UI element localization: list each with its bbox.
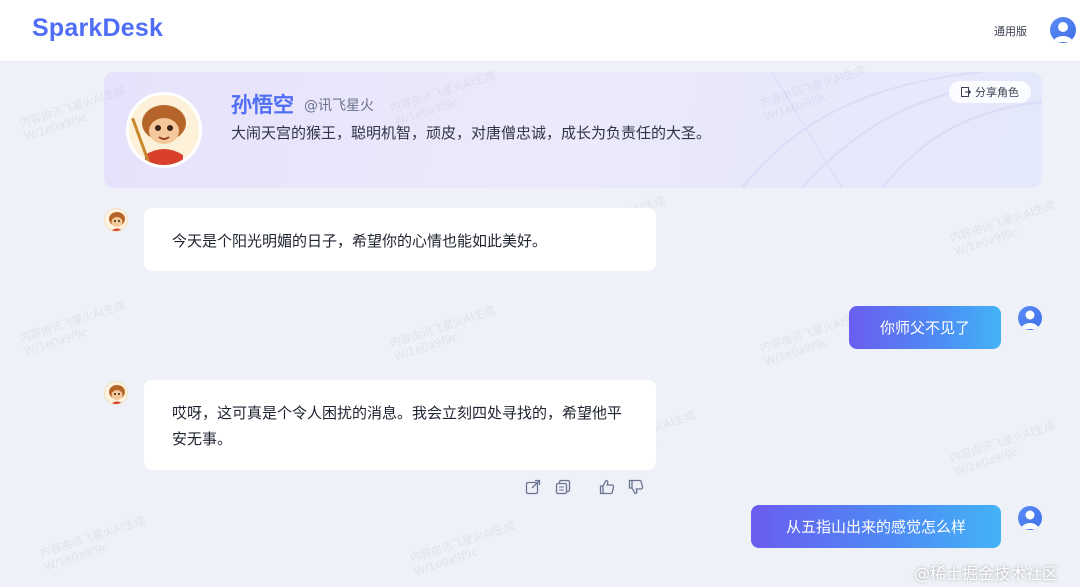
version-label[interactable]: 通用版 [994, 23, 1027, 39]
user-message-text: 你师父不见了 [879, 319, 970, 337]
bot-avatar-icon [104, 208, 128, 232]
watermark-text: 内容由讯飞星火AI生成W/1e0a9f9c [38, 513, 147, 574]
user-message-text: 从五指山出来的感觉怎么样 [785, 518, 966, 536]
bot-message-text: 今天是个阳光明媚的日子，希望你的心情也能如此美好。 [172, 232, 548, 250]
character-card: 孙悟空 @讯飞星火 大闹天宫的猴王，聪明机智，顽皮，对唐僧忠诚，成长为负责任的大… [104, 72, 1042, 188]
watermark-text: 内容由讯飞星火AI生成W/1e0a9f9c [948, 198, 1057, 259]
watermark-text: 内容由讯飞星火AI生成W/1e0a9f9c [18, 298, 127, 359]
thumbs-up-icon[interactable] [599, 479, 615, 495]
user-avatar-icon [1018, 506, 1042, 530]
watermark-text: 内容由讯飞星火AI生成W/1e0a9f9c [948, 418, 1057, 479]
watermark-text: 内容由讯飞星火AI生成W/1e0a9f9c [408, 518, 517, 579]
thumbs-down-icon[interactable] [628, 479, 644, 495]
at-symbol: @ [914, 564, 930, 583]
share-character-label: 分享角色 [975, 86, 1019, 99]
site-watermark: @稀土掘金技术社区 [914, 560, 1058, 584]
share-icon [961, 87, 971, 97]
top-header: SparkDesk 通用版 [0, 0, 1080, 62]
user-avatar-icon[interactable] [1050, 17, 1076, 43]
bot-avatar-icon [104, 381, 128, 405]
bot-message-text: 哎呀，这可真是个令人困扰的消息。我会立刻四处寻找的，希望他平安无事。 [172, 404, 623, 448]
monkey-king-avatar-icon [126, 92, 202, 168]
bot-message-bubble: 今天是个阳光明媚的日子，希望你的心情也能如此美好。 [144, 208, 656, 271]
character-description: 大闹天宫的猴王，聪明机智，顽皮，对唐僧忠诚，成长为负责任的大圣。 [231, 124, 712, 142]
share-icon[interactable] [525, 479, 541, 495]
bot-message-bubble: 哎呀，这可真是个令人困扰的消息。我会立刻四处寻找的，希望他平安无事。 [144, 380, 656, 470]
watermark-label: 稀土掘金技术社区 [930, 564, 1059, 583]
user-message-bubble: 从五指山出来的感觉怎么样 [751, 505, 1001, 548]
watermark-text: 内容由讯飞星火AI生成W/1e0a9f9c [388, 303, 497, 364]
user-avatar-icon [1018, 306, 1042, 330]
copy-icon[interactable] [555, 479, 571, 495]
character-name: 孙悟空 [231, 93, 294, 117]
share-character-button[interactable]: 分享角色 [949, 81, 1031, 103]
user-message-bubble: 你师父不见了 [849, 306, 1001, 349]
app-logo[interactable]: SparkDesk [32, 14, 163, 43]
character-handle: @讯飞星火 [304, 98, 374, 114]
